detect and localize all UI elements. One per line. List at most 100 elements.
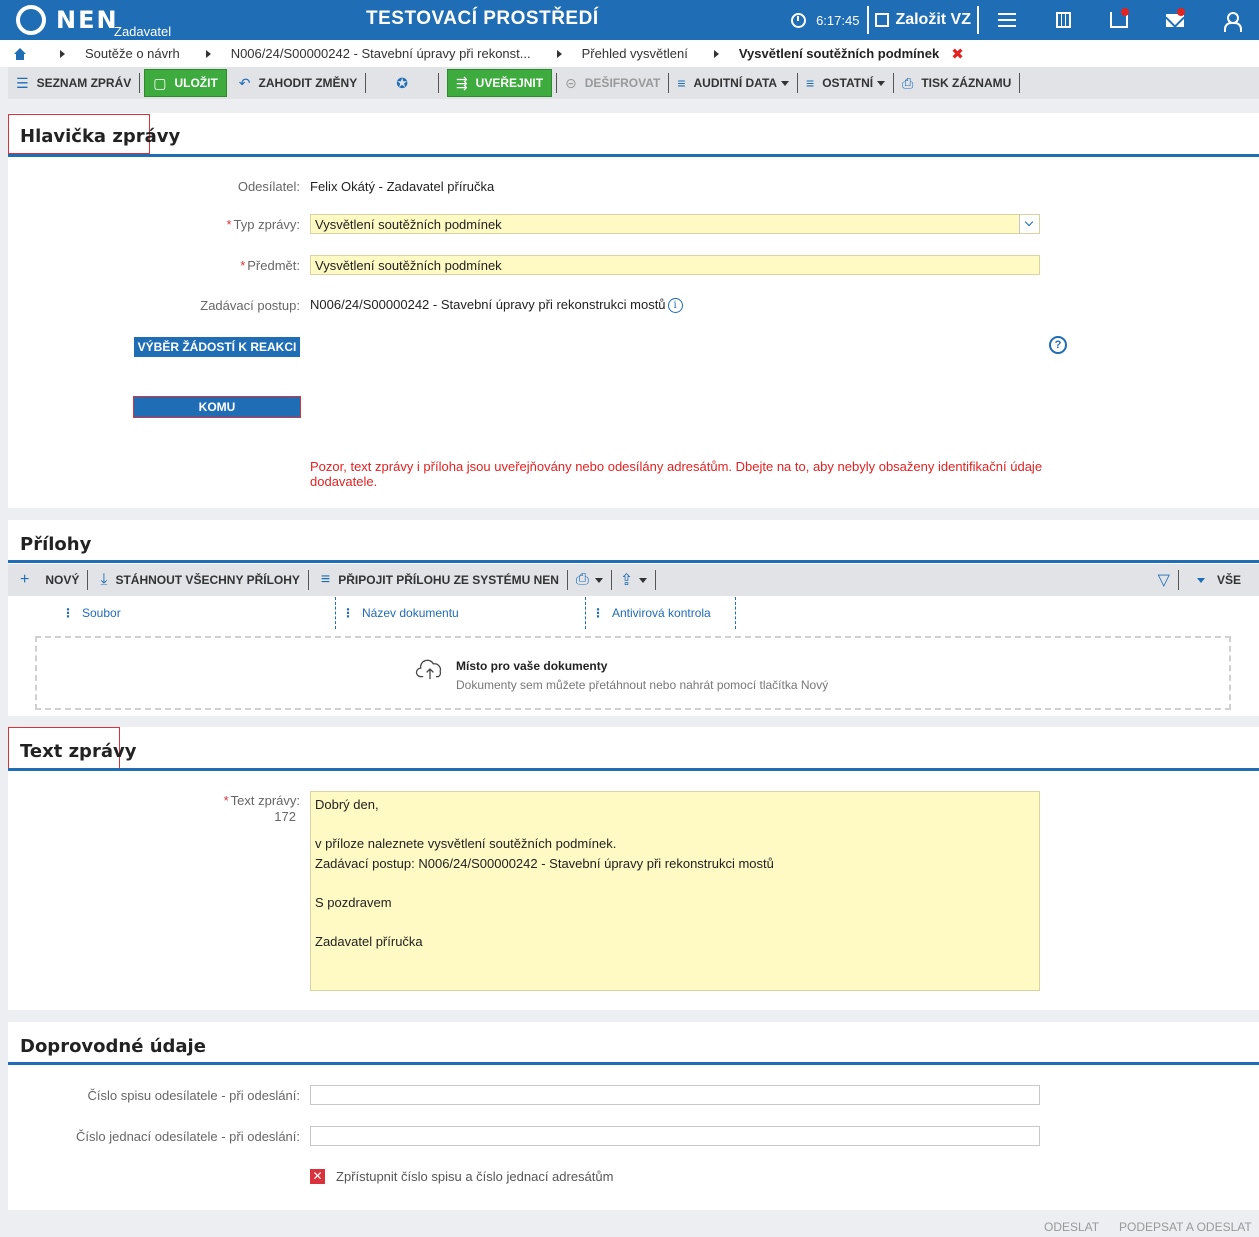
- subject-input[interactable]: Vysvětlení soutěžních podmínek: [310, 255, 1040, 275]
- breadcrumb-current: Vysvětlení soutěžních podmínek: [738, 46, 940, 61]
- attachments-toolbar: + NOVÝ ⤓ STÁHNOUT VŠECHNY PŘÍLOHY ≡ PŘIPOJI…: [8, 564, 1259, 596]
- caret-down-icon: [594, 577, 603, 583]
- attach-from-system-button[interactable]: ≡ PŘIPOJIT PŘÍLOHU ZE SYSTÉMU NEN: [309, 564, 567, 596]
- attach-from-system-label: PŘIPOJIT PŘÍLOHU ZE SYSTÉMU NEN: [338, 573, 559, 587]
- export-menu-button[interactable]: ⇪: [612, 564, 655, 596]
- message-list-button[interactable]: ☰ SEZNAM ZPRÁV: [8, 67, 139, 99]
- message-body-textarea[interactable]: Dobrý den, v příloze naleznete vysvětlen…: [310, 791, 1040, 991]
- new-attachment-button[interactable]: + NOVÝ: [8, 564, 87, 596]
- warning-line: Pozor, text zprávy i příloha jsou uveřej…: [310, 459, 1043, 474]
- info-icon[interactable]: i: [667, 298, 683, 314]
- main-toolbar: ☰ SEZNAM ZPRÁV ▢ ULOŽIT ↶ ZAHODIT ZMĚNY ✪ ⇶…: [8, 67, 1259, 99]
- section-divider: [8, 154, 1259, 157]
- message-type-select[interactable]: Vysvětlení soutěžních podmínek: [310, 214, 1040, 234]
- audit-data-button[interactable]: ≡ AUDITNÍ DATA: [669, 67, 797, 99]
- session-timer: 6:17:45: [791, 12, 860, 28]
- user-button[interactable]: [1203, 0, 1259, 40]
- section-divider: [8, 768, 1259, 771]
- chevron-down-icon[interactable]: [1019, 215, 1039, 233]
- publish-button[interactable]: ⇶ UVEŘEJNIT: [446, 69, 553, 97]
- view-all-label: VŠE: [1216, 573, 1241, 587]
- create-tender-button[interactable]: Založit VZ: [867, 6, 979, 34]
- attachments-section: Přílohy + NOVÝ ⤓ STÁHNOUT VŠECHNY PŘÍLOHY …: [8, 520, 1259, 716]
- share-numbers-checkbox[interactable]: ✕: [310, 1169, 325, 1184]
- sender-label: Odesílatel:: [237, 179, 300, 194]
- award-icon: ✪: [396, 74, 408, 91]
- discard-changes-button[interactable]: ↶ ZAHODIT ZMĚNY: [231, 67, 365, 99]
- section-title: Text zprávy: [20, 741, 137, 762]
- download-all-label: STÁHNOUT VŠECHNY PŘÍLOHY: [115, 573, 300, 587]
- caret-down-icon: [1196, 577, 1205, 583]
- discard-label: ZAHODIT ZMĚNY: [258, 76, 358, 90]
- close-icon[interactable]: ✖: [951, 45, 964, 63]
- caret-down-icon: [781, 80, 790, 86]
- character-count: 172: [274, 809, 296, 824]
- share-numbers-label[interactable]: Zpřístupnit číslo spisu a číslo jednací …: [336, 1169, 613, 1184]
- message-type-label: * Typ zprávy:: [226, 217, 300, 232]
- column-header-antivirus[interactable]: ⋮ Antivirová kontrola: [592, 597, 711, 629]
- column-header-file[interactable]: ⋮ Soubor: [62, 597, 121, 629]
- section-title: Přílohy: [20, 534, 92, 555]
- column-divider[interactable]: [735, 597, 736, 629]
- reference-number-label: Číslo jednací odesílatele - při odeslání…: [75, 1129, 300, 1144]
- download-all-button[interactable]: ⤓ STÁHNOUT VŠECHNY PŘÍLOHY: [88, 564, 308, 596]
- share-icon: ⇪: [619, 572, 634, 589]
- warning-text: Pozor, text zprávy i příloha jsou uveřej…: [310, 459, 1050, 489]
- notification-dot: [1177, 8, 1185, 16]
- section-title: Doprovodné údaje: [20, 1036, 206, 1057]
- file-number-input[interactable]: [310, 1085, 1040, 1105]
- breadcrumb-item[interactable]: N006/24/S00000242 - Stavební úpravy při …: [231, 46, 531, 61]
- session-time: 6:17:45: [816, 12, 860, 28]
- breadcrumb-item[interactable]: Přehled vysvětlení: [582, 46, 688, 61]
- printer-icon: ⎙: [575, 571, 589, 588]
- select-requests-button[interactable]: VÝBĚR ŽÁDOSTÍ K REAKCI: [134, 337, 300, 357]
- sign-and-send-button[interactable]: PODEPSAT A ODESLAT: [1119, 1220, 1252, 1234]
- other-label: OSTATNÍ: [822, 76, 874, 90]
- view-all-button[interactable]: VŠE: [1179, 564, 1259, 596]
- message-text-section: Text zprávy * Text zprávy: 172 Dobrý den,…: [8, 727, 1259, 1010]
- logo-text: NEN: [56, 6, 119, 34]
- reference-number-input[interactable]: [310, 1126, 1040, 1146]
- menu-button[interactable]: [979, 0, 1035, 40]
- messages-button[interactable]: [1147, 0, 1203, 40]
- publish-icon: ⇶: [455, 74, 468, 91]
- message-header-section: Hlavička zprávy Odesílatel: Felix Okátý …: [8, 113, 1259, 508]
- decrypt-button[interactable]: ⊝ DEŠIFROVAT: [557, 67, 668, 99]
- file-number-label: Číslo spisu odesílatele - při odeslání:: [87, 1088, 300, 1103]
- other-button[interactable]: ≡ OSTATNÍ: [798, 67, 893, 99]
- print-menu-button[interactable]: ⎙: [568, 564, 611, 596]
- calculator-icon: [1055, 12, 1071, 28]
- nen-logo[interactable]: NEN: [16, 4, 119, 36]
- subject-value: Vysvětlení soutěžních podmínek: [315, 258, 502, 273]
- recipients-button[interactable]: KOMU: [133, 396, 301, 418]
- dropzone-subtitle: Dokumenty sem můžete přetáhnout nebo nah…: [456, 678, 829, 692]
- message-text-label: * Text zprávy:: [223, 793, 300, 808]
- column-divider[interactable]: [335, 597, 336, 629]
- nen-logo-icon: [16, 5, 46, 35]
- document-dropzone[interactable]: Místo pro vaše dokumenty Dokumenty sem m…: [35, 636, 1231, 710]
- section-title: Hlavička zprávy: [20, 126, 181, 147]
- filter-icon: ▽: [1157, 572, 1170, 589]
- filter-button[interactable]: ▽: [1150, 564, 1178, 596]
- audit-label: AUDITNÍ DATA: [693, 76, 778, 90]
- other-icon: ≡: [806, 75, 815, 91]
- dropzone-title: Místo pro vaše dokumenty: [456, 659, 608, 673]
- inbox-button[interactable]: [1091, 0, 1147, 40]
- edit-icon: [875, 13, 890, 27]
- send-button[interactable]: ODESLAT: [1044, 1220, 1099, 1234]
- print-record-button[interactable]: ⎙ TISK ZÁZNAMU: [894, 67, 1019, 99]
- caret-down-icon: [639, 577, 648, 583]
- floppy-icon: ▢: [153, 74, 167, 91]
- column-divider[interactable]: [585, 597, 586, 629]
- column-header-document-name[interactable]: ⋮ Název dokumentu: [342, 597, 459, 629]
- procedure-value: N006/24/S00000242 - Stavební úpravy při …: [310, 297, 683, 314]
- save-button[interactable]: ▢ ULOŽIT: [144, 69, 227, 97]
- warning-line: dodavatele.: [310, 474, 378, 489]
- calculator-button[interactable]: [1035, 0, 1091, 40]
- certificate-button[interactable]: ✪: [366, 67, 438, 99]
- section-divider: [8, 560, 1259, 563]
- help-icon[interactable]: ?: [1049, 336, 1067, 354]
- home-icon[interactable]: [14, 47, 26, 60]
- plus-icon: +: [20, 571, 30, 588]
- breadcrumb-item[interactable]: Soutěže o návrh: [85, 46, 180, 61]
